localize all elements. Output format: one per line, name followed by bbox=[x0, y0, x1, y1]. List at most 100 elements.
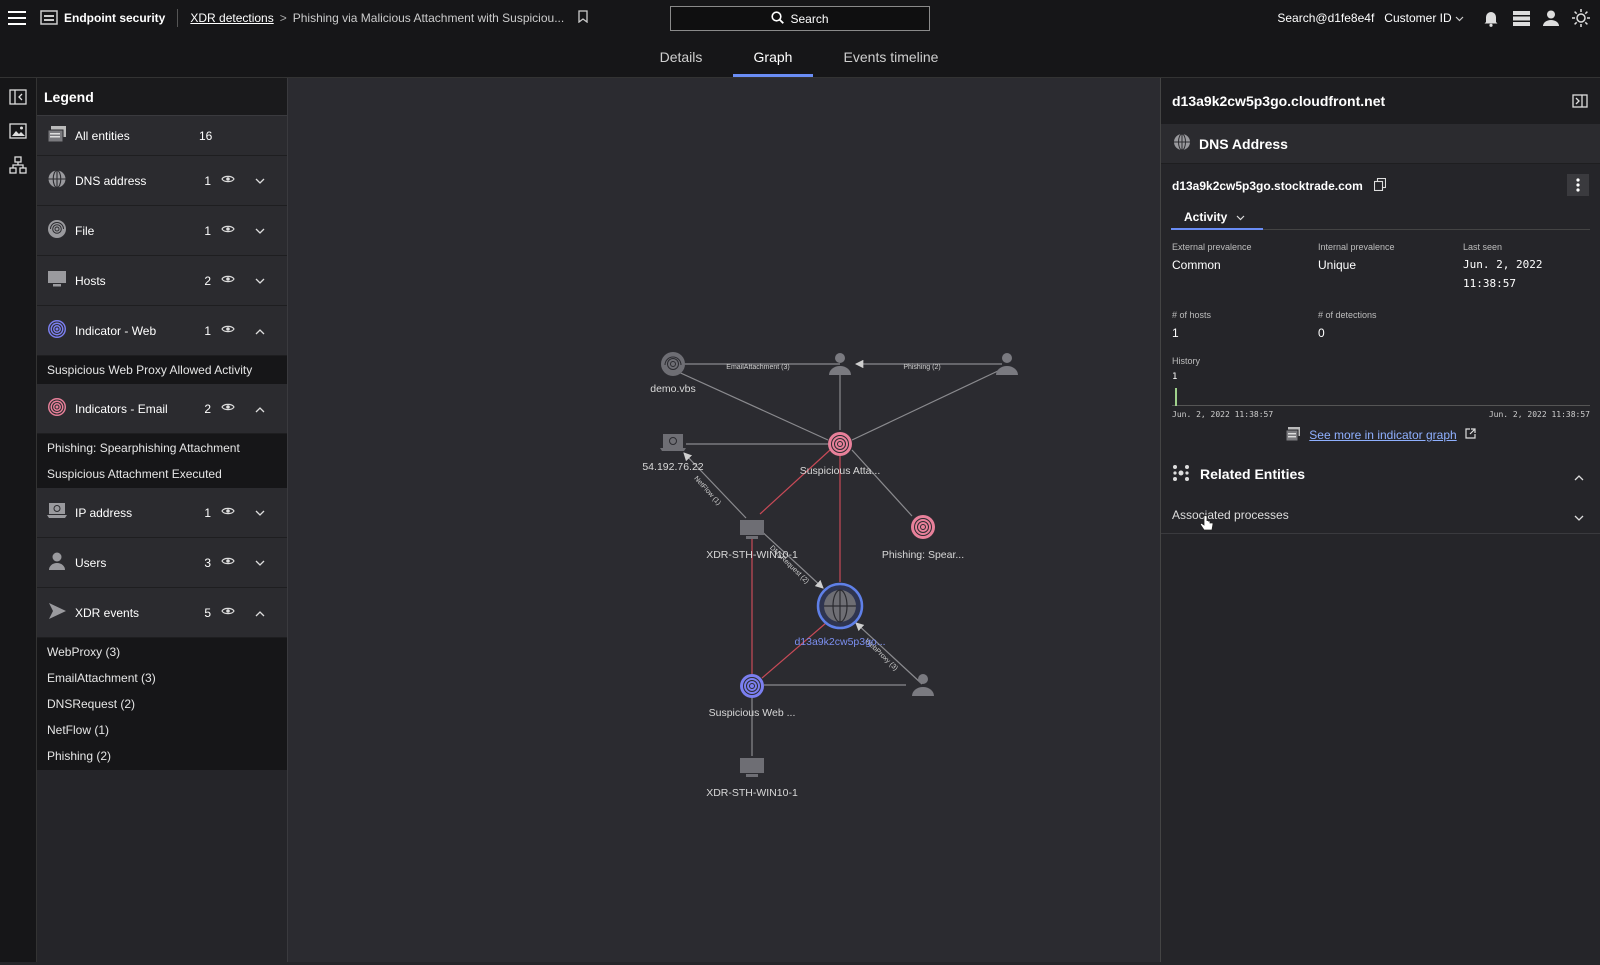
eye-icon[interactable] bbox=[221, 605, 235, 619]
see-more-indicator-graph-link[interactable]: See more in indicator graph bbox=[1309, 428, 1456, 442]
list-item[interactable]: Phishing: Spearphishing Attachment bbox=[37, 435, 287, 461]
legend-count: 1 bbox=[204, 223, 211, 238]
notifications-bell-icon[interactable] bbox=[1476, 3, 1506, 33]
chevron-down-icon[interactable] bbox=[255, 506, 265, 520]
search-icon bbox=[771, 10, 785, 27]
chevron-down-icon[interactable] bbox=[255, 274, 265, 288]
edge-attachment-to-host bbox=[759, 449, 831, 515]
stat-label: Internal prevalence bbox=[1318, 242, 1395, 252]
list-item[interactable]: EmailAttachment (3) bbox=[37, 665, 287, 691]
close-panel-icon[interactable] bbox=[1572, 94, 1588, 111]
tab-events-timeline[interactable]: Events timeline bbox=[836, 36, 946, 78]
graph-node-suspicious-attachment[interactable]: Suspicious Atta... bbox=[800, 432, 881, 477]
list-item[interactable]: Suspicious Web Proxy Allowed Activity bbox=[37, 357, 287, 383]
detection-tabs: Details Graph Events timeline bbox=[0, 36, 1600, 78]
eye-icon[interactable] bbox=[221, 401, 235, 415]
image-view-icon[interactable] bbox=[3, 116, 33, 146]
chevron-down-icon bbox=[1236, 215, 1245, 221]
node-label: Suspicious Web ... bbox=[709, 707, 796, 719]
legend-row-indicator-web[interactable]: Indicator - Web 1 bbox=[37, 306, 287, 356]
node-label: XDR-STH-WIN10-1 bbox=[706, 787, 798, 799]
eye-icon[interactable] bbox=[221, 505, 235, 519]
indicator-web-icon bbox=[47, 319, 67, 342]
legend-row-file[interactable]: File 1 bbox=[37, 206, 287, 256]
breadcrumb-current: Phishing via Malicious Attachment with S… bbox=[292, 11, 565, 25]
panel-title: d13a9k2cw5p3go.cloudfront.net bbox=[1172, 93, 1386, 109]
breadcrumb-xdr-detections[interactable]: XDR detections bbox=[190, 11, 273, 25]
chevron-up-icon[interactable] bbox=[255, 402, 265, 416]
legend-label: All entities bbox=[75, 128, 130, 143]
chevron-up-icon[interactable] bbox=[255, 324, 265, 338]
entity-detail-panel: d13a9k2cw5p3go.cloudfront.net DNS Addres… bbox=[1160, 78, 1600, 962]
user-profile-icon[interactable] bbox=[1536, 3, 1566, 33]
graph-node-file[interactable]: demo.vbs bbox=[650, 352, 696, 395]
graph-node-suspicious-web[interactable]: Suspicious Web ... bbox=[709, 674, 796, 719]
chevron-down-icon[interactable] bbox=[1574, 511, 1584, 525]
graph-node-phishing[interactable]: Phishing: Spear... bbox=[882, 515, 964, 561]
tab-graph[interactable]: Graph bbox=[733, 36, 813, 78]
external-prevalence-value: Common bbox=[1172, 258, 1221, 272]
entity-graph: EmailAttachment (3) Phishing (2) NetFlow… bbox=[642, 352, 1018, 799]
eye-icon[interactable] bbox=[221, 555, 235, 569]
chevron-down-icon[interactable] bbox=[255, 556, 265, 570]
edge-webproxy bbox=[855, 622, 923, 685]
chevron-up-icon[interactable] bbox=[255, 606, 265, 620]
bookmark-icon[interactable] bbox=[578, 10, 588, 26]
tab-activity[interactable]: Activity bbox=[1171, 206, 1263, 230]
customer-id-dropdown[interactable]: Customer ID bbox=[1384, 11, 1464, 25]
indicators-email-list: Phishing: Spearphishing Attachment Suspi… bbox=[37, 434, 287, 488]
stat-label: Last seen bbox=[1463, 242, 1503, 252]
user-account[interactable]: Search@d1fe8e4f bbox=[1277, 11, 1374, 25]
list-item[interactable]: NetFlow (1) bbox=[37, 717, 287, 743]
chevron-down-icon bbox=[1455, 16, 1464, 22]
graph-canvas[interactable]: EmailAttachment (3) Phishing (2) NetFlow… bbox=[288, 78, 1160, 962]
tab-details[interactable]: Details bbox=[649, 36, 713, 78]
graph-node-host[interactable]: XDR-STH-WIN10-1 bbox=[706, 758, 798, 799]
legend-row-users[interactable]: Users 3 bbox=[37, 538, 287, 588]
chevron-down-icon[interactable] bbox=[255, 174, 265, 188]
eye-icon[interactable] bbox=[221, 223, 235, 237]
theme-toggle-sun-icon[interactable] bbox=[1566, 3, 1596, 33]
chevron-up-icon[interactable] bbox=[1574, 470, 1584, 484]
external-link-icon[interactable] bbox=[1465, 428, 1476, 442]
related-entities-header[interactable]: Related Entities bbox=[1161, 452, 1600, 496]
list-item[interactable]: DNSRequest (2) bbox=[37, 691, 287, 717]
hierarchy-icon[interactable] bbox=[3, 150, 33, 180]
associated-processes-row[interactable]: Associated processes bbox=[1161, 496, 1600, 534]
collapse-panel-icon[interactable] bbox=[3, 82, 33, 112]
legend-row-ip-address[interactable]: IP address 1 bbox=[37, 488, 287, 538]
graph-node-dns-selected[interactable]: d13a9k2cw5p3go... bbox=[794, 582, 886, 648]
tasks-icon[interactable] bbox=[1506, 3, 1536, 33]
hamburger-menu-icon[interactable] bbox=[2, 3, 32, 33]
node-label: d13a9k2cw5p3go... bbox=[794, 636, 885, 648]
legend-row-hosts[interactable]: Hosts 2 bbox=[37, 256, 287, 306]
eye-icon[interactable] bbox=[221, 173, 235, 187]
legend-count: 1 bbox=[204, 505, 211, 520]
breadcrumb-separator: > bbox=[279, 11, 287, 25]
indicator-graph-icon bbox=[1285, 426, 1301, 445]
eye-icon[interactable] bbox=[221, 273, 235, 287]
tab-activity-label: Activity bbox=[1184, 210, 1228, 224]
global-search[interactable]: Search bbox=[670, 6, 930, 31]
legend-count: 2 bbox=[204, 401, 211, 416]
related-entities-icon bbox=[1172, 464, 1190, 485]
legend-count: 2 bbox=[204, 273, 211, 288]
legend-row-all-entities[interactable]: All entities 16 bbox=[37, 116, 287, 156]
eye-icon[interactable] bbox=[221, 323, 235, 337]
list-item[interactable]: WebProxy (3) bbox=[37, 639, 287, 665]
list-item[interactable]: Phishing (2) bbox=[37, 743, 287, 769]
node-label: XDR-STH-WIN10-1 bbox=[706, 549, 798, 561]
legend-row-dns-address[interactable]: DNS address 1 bbox=[37, 156, 287, 206]
left-rail bbox=[0, 78, 37, 962]
edge-attachment-to-phishing bbox=[851, 449, 913, 517]
legend-count: 5 bbox=[204, 605, 211, 620]
legend-count: 3 bbox=[204, 555, 211, 570]
stat-label: # of detections bbox=[1318, 310, 1377, 320]
graph-node-ip-address[interactable]: 54.192.76.22 bbox=[642, 434, 704, 473]
more-options-icon[interactable] bbox=[1567, 174, 1589, 196]
list-item[interactable]: Suspicious Attachment Executed bbox=[37, 461, 287, 487]
legend-row-indicators-email[interactable]: Indicators - Email 2 bbox=[37, 384, 287, 434]
copy-icon[interactable] bbox=[1374, 177, 1387, 194]
legend-row-xdr-events[interactable]: XDR events 5 bbox=[37, 588, 287, 638]
chevron-down-icon[interactable] bbox=[255, 224, 265, 238]
